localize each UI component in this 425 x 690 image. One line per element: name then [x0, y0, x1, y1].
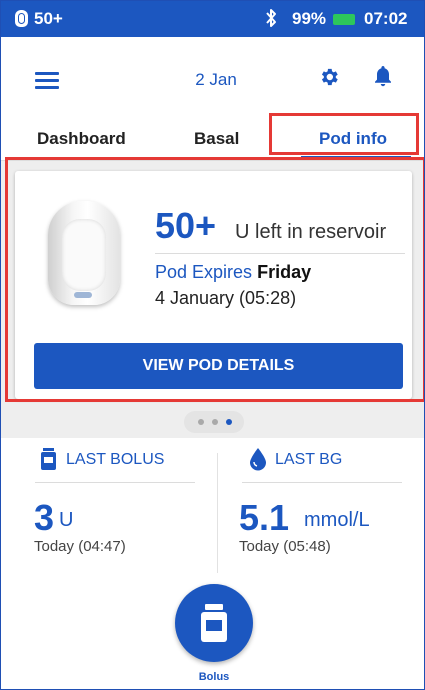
pod-status-icon: [15, 10, 28, 27]
vial-icon: [201, 604, 227, 642]
page-dot-2[interactable]: [212, 419, 218, 425]
app-screen: 50+ 99% 07:02 2 Jan Dashboard Basal Pod …: [0, 0, 425, 690]
clock: 07:02: [364, 9, 408, 28]
header-date: 2 Jan: [195, 70, 237, 89]
status-bar: 50+ 99% 07:02: [1, 1, 424, 37]
divider: [35, 482, 195, 483]
page-dot-3[interactable]: [226, 419, 232, 425]
bluetooth-icon: [264, 7, 278, 34]
battery-icon: [333, 14, 355, 25]
pod-level-text: 50+: [34, 9, 63, 28]
column-divider: [217, 453, 218, 573]
blood-drop-icon: [249, 447, 267, 471]
last-bolus-value: 3: [34, 497, 55, 538]
last-bg-time: Today (05:48): [239, 538, 331, 555]
page-dot-1[interactable]: [198, 419, 204, 425]
last-bolus-time: Today (04:47): [34, 538, 126, 555]
last-bg-value: 5.1: [239, 497, 290, 538]
bell-icon[interactable]: [372, 64, 394, 88]
divider: [242, 482, 402, 483]
tab-dashboard[interactable]: Dashboard: [37, 129, 126, 149]
vial-icon: [41, 448, 56, 470]
tab-highlight-box: [269, 113, 419, 155]
tab-basal[interactable]: Basal: [194, 129, 239, 149]
last-bg-unit: mmol/L: [304, 509, 370, 531]
app-header: 2 Jan: [1, 37, 424, 117]
bolus-button-label: Bolus: [198, 671, 230, 683]
card-highlight-box: [5, 157, 424, 402]
last-bolus-label: LAST BOLUS: [66, 451, 165, 468]
last-bg-label: LAST BG: [275, 451, 343, 468]
bolus-button[interactable]: [175, 584, 253, 662]
gear-icon[interactable]: [318, 66, 340, 88]
hamburger-menu-icon[interactable]: [35, 72, 59, 90]
last-bolus-unit: U: [59, 509, 74, 531]
carousel-page-indicator[interactable]: [184, 411, 244, 433]
battery-percent: 99%: [292, 9, 327, 28]
